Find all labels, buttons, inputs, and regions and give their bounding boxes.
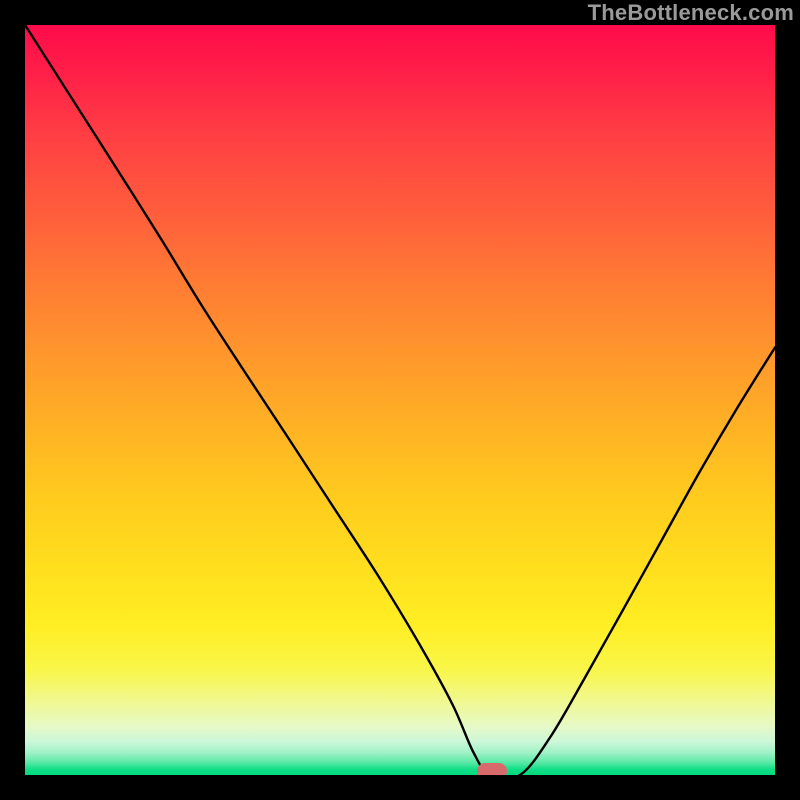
bottleneck-curve	[25, 25, 775, 775]
plot-area	[25, 25, 775, 775]
watermark-text: TheBottleneck.com	[588, 0, 794, 26]
optimal-point-marker	[477, 763, 507, 776]
chart-frame: TheBottleneck.com	[0, 0, 800, 800]
